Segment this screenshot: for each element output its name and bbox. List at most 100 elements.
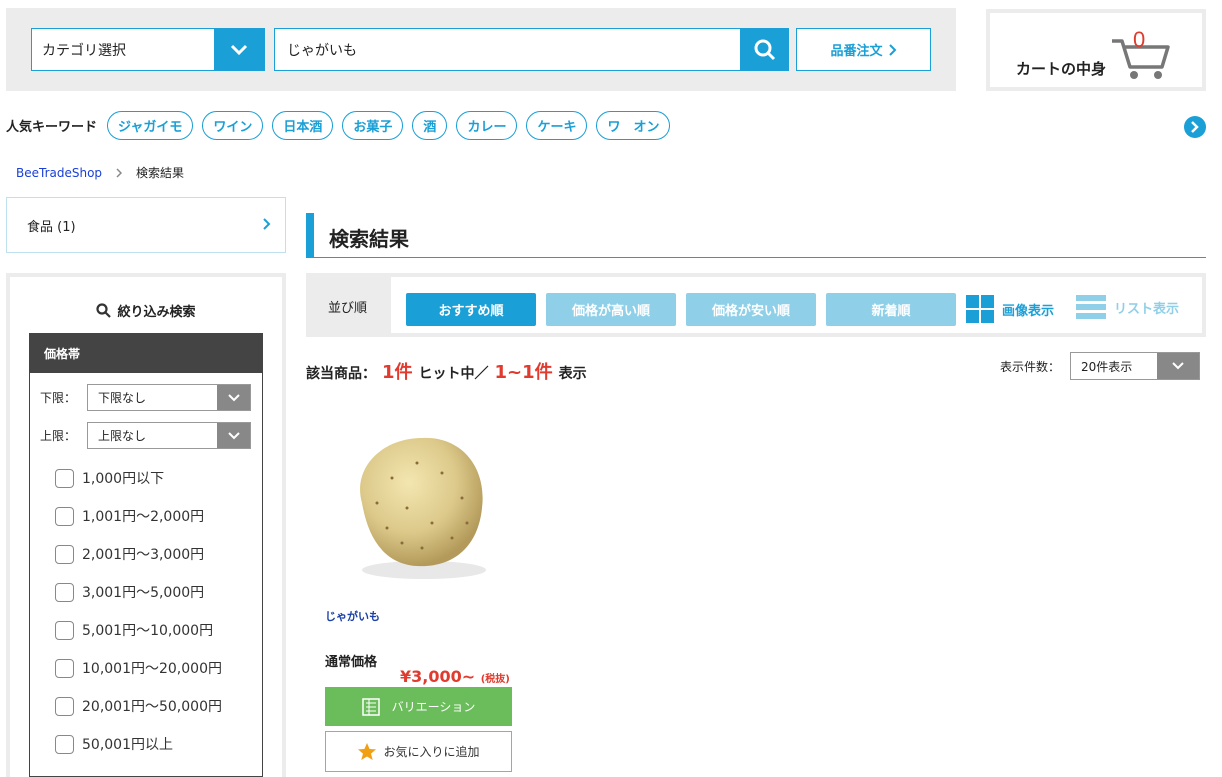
price-option[interactable]: 5,001円～10,000円	[55, 620, 213, 640]
add-favorite-button[interactable]: お気に入りに追加	[325, 731, 512, 772]
price-option-label: 20,001円～50,000円	[82, 699, 222, 715]
chevron-right-icon	[1191, 121, 1199, 133]
chevron-down-icon	[217, 423, 250, 448]
search-icon	[754, 39, 775, 60]
tax-note: (税抜)	[480, 674, 510, 685]
keywords-next-button[interactable]	[1184, 116, 1206, 138]
lower-limit-label: 下限：	[40, 391, 77, 405]
sort-recommended-button[interactable]: おすすめ順	[406, 293, 536, 326]
view-image-button[interactable]: 画像表示	[966, 295, 1054, 323]
price-option[interactable]: 3,001円～5,000円	[55, 582, 204, 602]
filter-panel: 絞り込み検索 価格帯 下限： 下限なし 上限： 上限なし 1,000円以下 1,…	[6, 273, 286, 777]
search-button[interactable]	[740, 28, 789, 71]
price-option-label: 50,001円以上	[82, 737, 173, 753]
star-icon	[358, 742, 377, 760]
price-band-header: 価格帯	[30, 334, 262, 373]
grid-icon	[966, 295, 994, 323]
title-accent-bar	[306, 213, 314, 258]
cart-button[interactable]: カートの中身 0	[986, 9, 1206, 91]
search-input[interactable]	[274, 28, 741, 71]
search-icon	[96, 303, 112, 318]
checkbox[interactable]	[55, 582, 74, 602]
keyword-chip[interactable]: ジャガイモ	[107, 110, 194, 140]
category-select[interactable]: カテゴリ選択	[31, 28, 265, 71]
hits-mid: ヒット中／	[418, 366, 489, 382]
order-by-code-button[interactable]: 品番注文	[796, 28, 931, 71]
price-value: ¥3,000~	[400, 667, 476, 686]
keyword-chip[interactable]: 酒	[412, 110, 448, 140]
price-band-panel: 価格帯 下限： 下限なし 上限： 上限なし 1,000円以下 1,001円～2,…	[29, 333, 263, 777]
checkbox[interactable]	[55, 506, 74, 526]
cart-label: カートの中身	[1016, 60, 1107, 78]
price-label: 通常価格	[325, 655, 378, 670]
keyword-chip[interactable]: ワ オン	[596, 110, 671, 140]
keyword-chip[interactable]: 日本酒	[272, 110, 334, 140]
chevron-right-icon	[888, 43, 896, 56]
per-page-value: 20件表示	[1081, 359, 1133, 374]
per-page-select[interactable]: 20件表示	[1070, 352, 1201, 380]
upper-limit-value: 上限なし	[98, 429, 147, 443]
checkbox[interactable]	[55, 620, 74, 640]
chevron-down-icon	[217, 385, 250, 410]
lower-limit-select[interactable]: 下限なし	[87, 384, 251, 411]
order-button-label: 品番注文	[830, 44, 883, 59]
search-bar-area: カテゴリ選択 品番注文	[6, 8, 956, 91]
lower-limit-value: 下限なし	[98, 391, 147, 405]
view-list-button[interactable]: リスト表示	[1076, 295, 1179, 319]
filter-title: 絞り込み検索	[10, 301, 282, 320]
sort-newest-button[interactable]: 新着順	[826, 293, 956, 326]
price-option[interactable]: 2,001円～3,000円	[55, 544, 204, 564]
price-option[interactable]: 1,001円～2,000円	[55, 506, 204, 526]
view-image-label: 画像表示	[1002, 303, 1055, 319]
hits-suffix: 表示	[558, 366, 587, 382]
keyword-chip[interactable]: カレー	[456, 110, 518, 140]
product-price: ¥3,000~ (税抜)	[400, 667, 510, 686]
hits-count: 1件	[382, 362, 413, 383]
sort-label: 並び順	[328, 301, 368, 316]
price-option-label: 3,001円～5,000円	[82, 585, 205, 601]
checkbox[interactable]	[55, 734, 74, 754]
breadcrumb: BeeTradeShop 検索結果	[16, 164, 184, 181]
checkbox[interactable]	[55, 544, 74, 564]
chevron-down-icon	[214, 29, 264, 70]
breadcrumb-home-link[interactable]: BeeTradeShop	[16, 166, 102, 180]
variation-button[interactable]: バリエーション	[325, 687, 512, 726]
price-option-label: 1,001円～2,000円	[82, 509, 205, 525]
checkbox[interactable]	[55, 658, 74, 678]
price-option[interactable]: 1,000円以下	[55, 468, 164, 488]
per-page-label: 表示件数：	[1000, 359, 1061, 374]
chevron-right-icon	[263, 218, 271, 230]
hit-count: 該当商品： 1件 ヒット中／ 1~1件 表示	[306, 358, 587, 384]
sort-price-low-button[interactable]: 価格が安い順	[686, 293, 816, 326]
checkbox[interactable]	[55, 468, 74, 488]
page-title: 検索結果	[329, 227, 409, 251]
category-label: 食品 (1)	[27, 219, 76, 235]
keyword-chip[interactable]: ワイン	[202, 110, 264, 140]
sort-bar: 並び順 おすすめ順 価格が高い順 価格が安い順 新着順 画像表示 リスト表示	[306, 273, 1206, 337]
chevron-right-icon	[116, 167, 123, 178]
category-select-label: カテゴリ選択	[42, 42, 126, 59]
price-option[interactable]: 20,001円～50,000円	[55, 696, 222, 716]
price-option-label: 5,001円～10,000円	[82, 623, 214, 639]
view-list-label: リスト表示	[1114, 301, 1180, 317]
chevron-down-icon	[1157, 353, 1200, 379]
keyword-chip[interactable]: ケーキ	[526, 110, 588, 140]
price-option-label: 10,001円～20,000円	[82, 661, 222, 677]
upper-limit-label: 上限：	[40, 429, 77, 443]
popular-keywords: 人気キーワード ジャガイモ ワイン 日本酒 お菓子 酒 カレー ケーキ ワ オン	[6, 110, 679, 140]
hits-range: 1~1件	[494, 362, 553, 383]
checkbox[interactable]	[55, 696, 74, 716]
sort-options: おすすめ順 価格が高い順 価格が安い順 新着順 画像表示 リスト表示	[391, 277, 1202, 333]
hits-prefix: 該当商品：	[306, 366, 376, 382]
product-image[interactable]	[322, 408, 518, 588]
price-option[interactable]: 10,001円～20,000円	[55, 658, 222, 678]
keyword-chip[interactable]: お菓子	[342, 110, 404, 140]
list-icon	[1076, 295, 1106, 319]
sidebar-category-food[interactable]: 食品 (1)	[6, 197, 286, 253]
product-name-link[interactable]: じゃがいも	[325, 608, 380, 624]
sort-price-high-button[interactable]: 価格が高い順	[546, 293, 676, 326]
upper-limit-select[interactable]: 上限なし	[87, 422, 251, 449]
per-page-control: 表示件数： 20件表示	[1000, 352, 1201, 380]
price-option[interactable]: 50,001円以上	[55, 734, 173, 754]
filter-title-label: 絞り込み検索	[117, 305, 196, 320]
